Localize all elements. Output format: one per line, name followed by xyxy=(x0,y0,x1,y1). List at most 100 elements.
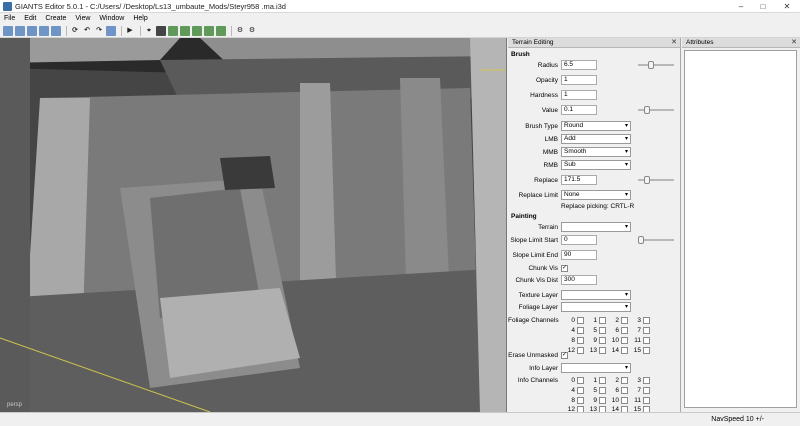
channel-checkbox[interactable] xyxy=(599,317,606,324)
close-panel-icon[interactable]: ✕ xyxy=(671,38,677,48)
slider-thumb[interactable] xyxy=(638,236,644,244)
channel-label: 5 xyxy=(593,327,597,334)
channel-checkbox[interactable] xyxy=(599,397,606,404)
foliage-layer-select[interactable] xyxy=(561,302,631,312)
hardness-field[interactable]: 1 xyxy=(561,90,597,100)
save-icon[interactable] xyxy=(27,25,37,36)
select-icon[interactable]: ⌖ xyxy=(144,26,154,36)
window-title: GIANTS Editor 5.0.1 - C:/Users/ /Desktop… xyxy=(15,2,286,11)
lmb-select[interactable]: Add xyxy=(561,134,631,144)
slider-thumb[interactable] xyxy=(648,61,654,69)
radius-field[interactable]: 6.5 xyxy=(561,60,597,70)
channel-checkbox[interactable] xyxy=(621,317,628,324)
channel-checkbox[interactable] xyxy=(599,337,606,344)
chunk-vis-dist-label: Chunk Vis Dist xyxy=(515,277,558,284)
channel-checkbox[interactable] xyxy=(643,387,650,394)
replace-limit-select[interactable]: None xyxy=(561,190,631,200)
channel-checkbox[interactable] xyxy=(577,377,584,384)
close-panel-icon[interactable]: ✕ xyxy=(791,38,797,48)
slope-limit-start-field[interactable]: 0 xyxy=(561,235,597,245)
channel-checkbox[interactable] xyxy=(643,397,650,404)
opacity-field[interactable]: 1 xyxy=(561,75,597,85)
menu-help[interactable]: Help xyxy=(133,13,147,24)
channel-checkbox[interactable] xyxy=(621,327,628,334)
mmb-select[interactable]: Smooth xyxy=(561,147,631,157)
new-icon[interactable] xyxy=(3,25,13,36)
radius-slider[interactable] xyxy=(638,61,674,69)
replace-slider[interactable] xyxy=(638,176,674,184)
info-layer-select[interactable] xyxy=(561,363,631,373)
snap-icon[interactable]: ⚙ xyxy=(247,26,257,36)
hardness-label: Hardness xyxy=(530,92,558,99)
replace-field[interactable]: 171.5 xyxy=(561,175,597,185)
channel-checkbox[interactable] xyxy=(621,377,628,384)
refresh-icon[interactable]: ⟳ xyxy=(70,26,80,36)
camera-icon[interactable] xyxy=(106,25,116,36)
channel-checkbox[interactable] xyxy=(621,397,628,404)
terrain-paint-icon[interactable] xyxy=(204,25,214,36)
menu-view[interactable]: View xyxy=(75,13,90,24)
slope-limit-end-label: Slope Limit End xyxy=(512,252,558,259)
move-icon[interactable] xyxy=(156,25,166,36)
undo-icon[interactable]: ↶ xyxy=(82,26,92,36)
title-bar: GIANTS Editor 5.0.1 - C:/Users/ /Desktop… xyxy=(0,0,800,13)
import-icon[interactable] xyxy=(51,25,61,36)
channel-checkbox[interactable] xyxy=(643,327,650,334)
nav-speed: NavSpeed 10 +/- xyxy=(711,416,764,423)
3d-viewport[interactable]: persp xyxy=(0,38,507,412)
slider-thumb[interactable] xyxy=(644,106,650,114)
menu-create[interactable]: Create xyxy=(45,13,66,24)
channel-checkbox[interactable] xyxy=(577,387,584,394)
chunk-vis-checkbox[interactable]: ✓ xyxy=(561,265,568,272)
channel-checkbox[interactable] xyxy=(621,387,628,394)
channel-checkbox[interactable] xyxy=(599,327,606,334)
channel-checkbox[interactable] xyxy=(599,387,606,394)
brush-type-select[interactable]: Round xyxy=(561,121,631,131)
rotate-icon[interactable] xyxy=(168,25,178,36)
value-slider[interactable] xyxy=(638,106,674,114)
attributes-panel: Attributes ✕ xyxy=(682,38,800,412)
chunk-vis-dist-field[interactable]: 300 xyxy=(561,275,597,285)
close-button[interactable]: ✕ xyxy=(774,0,800,13)
channel-checkbox[interactable] xyxy=(577,327,584,334)
terrain-raise-icon[interactable] xyxy=(192,25,202,36)
attributes-list[interactable] xyxy=(684,50,797,408)
texture-layer-select[interactable] xyxy=(561,290,631,300)
channel-checkbox[interactable] xyxy=(621,337,628,344)
channel-checkbox[interactable] xyxy=(577,337,584,344)
foliage-icon[interactable] xyxy=(216,25,226,36)
maximize-button[interactable]: □ xyxy=(752,0,774,13)
channel-checkbox[interactable] xyxy=(643,347,650,354)
rmb-select[interactable]: Sub xyxy=(561,160,631,170)
replace-label: Replace xyxy=(534,177,558,184)
menu-edit[interactable]: Edit xyxy=(24,13,36,24)
save-as-icon[interactable] xyxy=(39,25,49,36)
slope-limit-slider[interactable] xyxy=(638,236,674,244)
channel-label: 9 xyxy=(593,337,597,344)
open-icon[interactable] xyxy=(15,25,25,36)
channel-checkbox[interactable] xyxy=(577,317,584,324)
status-bar: NavSpeed 10 +/- xyxy=(0,412,800,426)
menu-window[interactable]: Window xyxy=(99,13,124,24)
scale-icon[interactable] xyxy=(180,25,190,36)
minimize-button[interactable]: – xyxy=(730,0,752,13)
slope-limit-end-field[interactable]: 90 xyxy=(561,250,597,260)
channel-checkbox[interactable] xyxy=(577,397,584,404)
redo-icon[interactable]: ↷ xyxy=(94,26,104,36)
erase-unmasked-checkbox[interactable]: ✓ xyxy=(561,352,568,359)
play-icon[interactable]: ▶ xyxy=(125,26,135,36)
channel-label: 7 xyxy=(637,387,641,394)
channel-checkbox[interactable] xyxy=(643,317,650,324)
terrain-select[interactable] xyxy=(561,222,631,232)
settings-icon[interactable]: ⚙ xyxy=(235,26,245,36)
channel-checkbox[interactable] xyxy=(599,347,606,354)
channel-checkbox[interactable] xyxy=(599,377,606,384)
channel-checkbox[interactable] xyxy=(621,347,628,354)
channel-checkbox[interactable] xyxy=(643,377,650,384)
menu-file[interactable]: File xyxy=(4,13,15,24)
channel-label: 1 xyxy=(593,377,597,384)
channel-checkbox[interactable] xyxy=(577,347,584,354)
channel-checkbox[interactable] xyxy=(643,337,650,344)
value-field[interactable]: 0.1 xyxy=(561,105,597,115)
slider-thumb[interactable] xyxy=(644,176,650,184)
